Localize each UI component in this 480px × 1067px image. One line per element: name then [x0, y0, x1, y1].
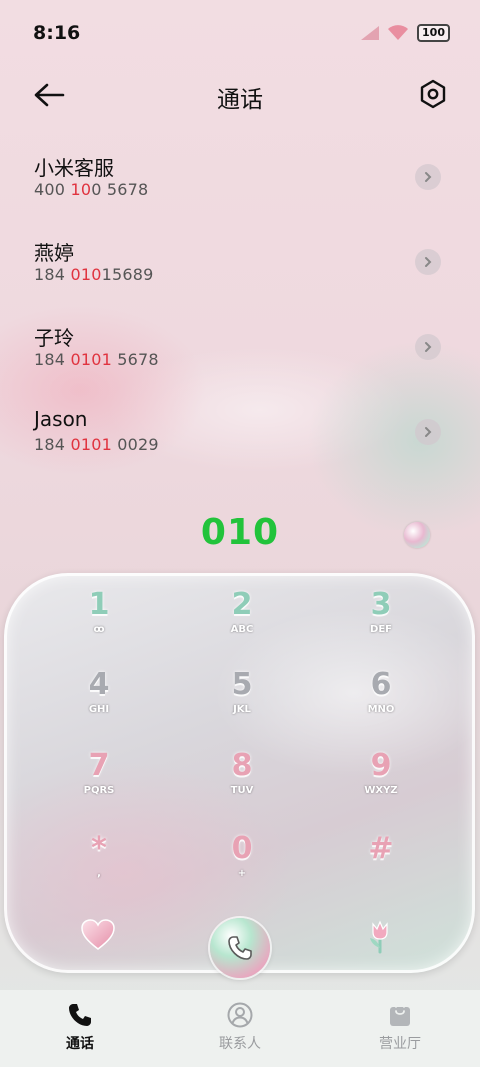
person-icon: [227, 1002, 253, 1028]
chevron-right-icon: [425, 172, 432, 182]
contact-row[interactable]: Jason 184 0101 0029: [0, 395, 480, 480]
favorites-button[interactable]: [80, 918, 116, 952]
contact-detail-button[interactable]: [415, 334, 441, 360]
contact-detail-button[interactable]: [415, 164, 441, 190]
nav-tab-service-hall[interactable]: 营业厅: [320, 990, 480, 1067]
phone-call-icon: [228, 936, 252, 960]
call-button[interactable]: [210, 918, 270, 978]
chevron-right-icon: [425, 427, 432, 437]
key-2[interactable]: 2 ABC: [182, 588, 302, 658]
battery-icon: 100: [417, 24, 450, 42]
cellular-signal-icon: [361, 26, 380, 40]
voicemail-icon: ꝏ: [93, 624, 105, 635]
key-hash[interactable]: #: [321, 832, 441, 902]
chevron-right-icon: [425, 257, 432, 267]
tulip-icon: [370, 920, 388, 954]
contact-number: 184 01015689: [34, 265, 154, 284]
key-1[interactable]: 1 ꝏ: [39, 588, 159, 658]
shopping-bag-icon: [390, 1003, 410, 1026]
status-bar: 8:16 100: [0, 0, 480, 66]
contact-name: Jason: [34, 407, 88, 431]
key-8[interactable]: 8 TUV: [182, 749, 302, 819]
key-5[interactable]: 5 JKL: [182, 668, 302, 738]
theme-bubble-button[interactable]: [404, 522, 430, 548]
contact-detail-button[interactable]: [415, 249, 441, 275]
heart-icon: [81, 919, 115, 950]
gear-icon: [420, 79, 446, 109]
wifi-icon: [388, 25, 409, 40]
status-time: 8:16: [33, 22, 81, 44]
phone-icon: [69, 1004, 91, 1026]
contact-row[interactable]: 子玲 184 0101 5678: [0, 310, 480, 395]
contact-match-list: 小米客服 400 100 5678 燕婷 184 01015689 子玲 184…: [0, 140, 480, 480]
key-0[interactable]: 0 +: [182, 832, 302, 902]
tulip-decoration-button[interactable]: [364, 918, 396, 954]
contact-name: 子玲: [34, 326, 74, 350]
app-bar: 通话: [0, 66, 480, 124]
contact-number: 184 0101 5678: [34, 350, 159, 369]
contact-row[interactable]: 燕婷 184 01015689: [0, 225, 480, 310]
nav-tab-contacts[interactable]: 联系人: [160, 990, 320, 1067]
contact-row[interactable]: 小米客服 400 100 5678: [0, 140, 480, 225]
contact-number: 184 0101 0029: [34, 435, 159, 454]
nav-tab-calls[interactable]: 通话: [0, 990, 160, 1067]
bottom-navigation: 通话 联系人 营业厅: [0, 990, 480, 1067]
page-title: 通话: [217, 87, 263, 113]
key-6[interactable]: 6 MNO: [321, 668, 441, 738]
contact-name: 燕婷: [34, 241, 74, 265]
contact-detail-button[interactable]: [415, 419, 441, 445]
key-4[interactable]: 4 GHI: [39, 668, 159, 738]
settings-button[interactable]: [418, 78, 448, 110]
key-3[interactable]: 3 DEF: [321, 588, 441, 658]
contact-name: 小米客服: [34, 156, 114, 180]
key-7[interactable]: 7 PQRS: [39, 749, 159, 819]
chevron-right-icon: [425, 342, 432, 352]
status-icons: 100: [361, 24, 450, 42]
key-9[interactable]: 9 WXYZ: [321, 749, 441, 819]
contact-number: 400 100 5678: [34, 180, 149, 199]
key-star[interactable]: * ,: [39, 832, 159, 902]
